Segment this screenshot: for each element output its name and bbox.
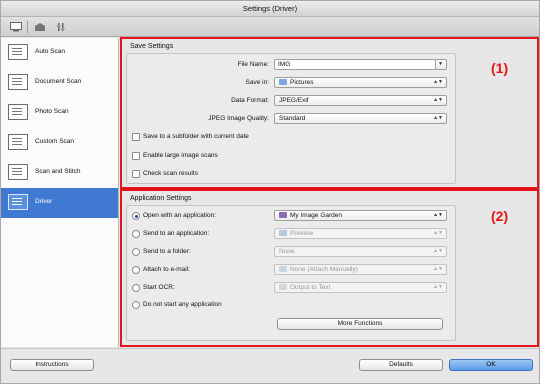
chevron-down-icon: ▲▼: [433, 284, 443, 290]
subfolder-checkbox-label: Save to a subfolder with current date: [143, 133, 249, 140]
file-name-dropdown[interactable]: ▼: [435, 59, 447, 70]
data-format-label: Data Format:: [231, 97, 269, 104]
application-settings-title: Application Settings: [130, 195, 192, 202]
preview-app-icon: [279, 230, 287, 236]
ocr-icon: [279, 284, 287, 290]
open-with-app-value: My Image Garden: [290, 212, 343, 219]
no-app-radio[interactable]: [132, 301, 140, 309]
sidebar-item-custom-scan[interactable]: Custom Scan: [1, 128, 118, 158]
toolbar: [1, 17, 539, 37]
chevron-down-icon: ▲▼: [433, 97, 443, 103]
scan-from-computer-icon[interactable]: [7, 20, 25, 34]
chevron-down-icon: ▲▼: [433, 79, 443, 85]
chevron-down-icon: ▲▼: [433, 115, 443, 121]
sidebar-item-driver[interactable]: Driver: [1, 188, 118, 218]
open-with-app-select[interactable]: My Image Garden ▲▼: [274, 210, 447, 221]
send-to-folder-value: None: [279, 248, 295, 255]
attach-email-value: None (Attach Manually): [290, 266, 358, 273]
chevron-down-icon: ▲▼: [433, 266, 443, 272]
file-name-label: File Name:: [237, 61, 269, 68]
jpeg-quality-value: Standard: [279, 115, 306, 122]
subfolder-checkbox[interactable]: [132, 133, 140, 141]
window-title: Settings (Driver): [1, 1, 539, 17]
attach-email-select[interactable]: None (Attach Manually) ▲▼: [274, 264, 447, 275]
sidebar-item-label: Scan and Stitch: [35, 168, 81, 175]
chevron-down-icon: ▼: [438, 61, 443, 67]
jpeg-quality-select[interactable]: Standard ▲▼: [274, 113, 447, 124]
toolbar-separator: [27, 21, 28, 33]
save-in-value: Pictures: [290, 79, 314, 86]
sidebar-item-label: Driver: [35, 198, 53, 205]
sidebar-item-label: Photo Scan: [35, 108, 69, 115]
sidebar-item-document-scan[interactable]: Document Scan: [1, 68, 118, 98]
open-with-app-radio[interactable]: [132, 212, 140, 220]
callout-2: (2): [491, 208, 509, 224]
no-app-label: Do not start any application: [143, 301, 222, 308]
check-results-checkbox[interactable]: [132, 170, 140, 178]
send-to-app-radio[interactable]: [132, 230, 140, 238]
attach-email-radio[interactable]: [132, 266, 140, 274]
save-in-select[interactable]: Pictures ▲▼: [274, 77, 447, 88]
defaults-button[interactable]: Defaults: [359, 359, 443, 371]
start-ocr-select[interactable]: Output to Text ▲▼: [274, 282, 447, 293]
sidebar-item-label: Auto Scan: [35, 48, 65, 55]
auto-scan-icon: [8, 44, 28, 60]
settings-window: Settings (Driver) Auto Scan Document Sca…: [0, 0, 540, 384]
callout-1: (1): [491, 60, 509, 76]
chevron-down-icon: ▲▼: [433, 248, 443, 254]
driver-icon: [8, 194, 28, 210]
folder-icon: [279, 79, 287, 85]
sidebar-item-photo-scan[interactable]: Photo Scan: [1, 98, 118, 128]
more-functions-button[interactable]: More Functions: [277, 318, 443, 330]
sidebar-item-scan-and-stitch[interactable]: Scan and Stitch: [1, 158, 118, 188]
instructions-button[interactable]: Instructions: [10, 359, 94, 371]
scan-from-panel-icon[interactable]: [31, 20, 49, 34]
check-results-checkbox-label: Check scan results: [143, 170, 198, 177]
app-icon: [279, 212, 287, 218]
general-settings-icon[interactable]: [53, 20, 71, 34]
jpeg-quality-label: JPEG Image Quality:: [208, 115, 269, 122]
start-ocr-radio[interactable]: [132, 284, 140, 292]
send-to-folder-radio[interactable]: [132, 248, 140, 256]
ok-button[interactable]: OK: [449, 359, 533, 371]
sidebar-item-label: Custom Scan: [35, 138, 75, 145]
scan-and-stitch-icon: [8, 164, 28, 180]
large-scans-checkbox[interactable]: [132, 152, 140, 160]
footer-divider: [1, 348, 539, 349]
send-to-app-label: Send to an application:: [143, 230, 210, 237]
send-to-app-select[interactable]: Preview ▲▼: [274, 228, 447, 239]
open-with-app-label: Open with an application:: [143, 212, 216, 219]
send-to-app-value: Preview: [290, 230, 314, 237]
attach-email-label: Attach to e-mail:: [143, 266, 190, 273]
sidebar: Auto Scan Document Scan Photo Scan Custo…: [1, 38, 119, 347]
start-ocr-value: Output to Text: [290, 284, 331, 291]
data-format-value: JPEG/Exif: [279, 97, 309, 104]
save-settings-title: Save Settings: [130, 43, 174, 50]
data-format-select[interactable]: JPEG/Exif ▲▼: [274, 95, 447, 106]
save-in-label: Save in:: [245, 79, 270, 86]
custom-scan-icon: [8, 134, 28, 150]
photo-scan-icon: [8, 104, 28, 120]
large-scans-checkbox-label: Enable large image scans: [143, 152, 218, 159]
start-ocr-label: Start OCR:: [143, 284, 175, 291]
send-to-folder-select[interactable]: None ▲▼: [274, 246, 447, 257]
chevron-down-icon: ▲▼: [433, 212, 443, 218]
send-to-folder-label: Send to a folder:: [143, 248, 191, 255]
sidebar-item-label: Document Scan: [35, 78, 82, 85]
file-name-field[interactable]: IMG: [274, 59, 436, 70]
sidebar-item-auto-scan[interactable]: Auto Scan: [1, 38, 118, 68]
mail-icon: [279, 266, 287, 272]
document-scan-icon: [8, 74, 28, 90]
chevron-down-icon: ▲▼: [433, 230, 443, 236]
